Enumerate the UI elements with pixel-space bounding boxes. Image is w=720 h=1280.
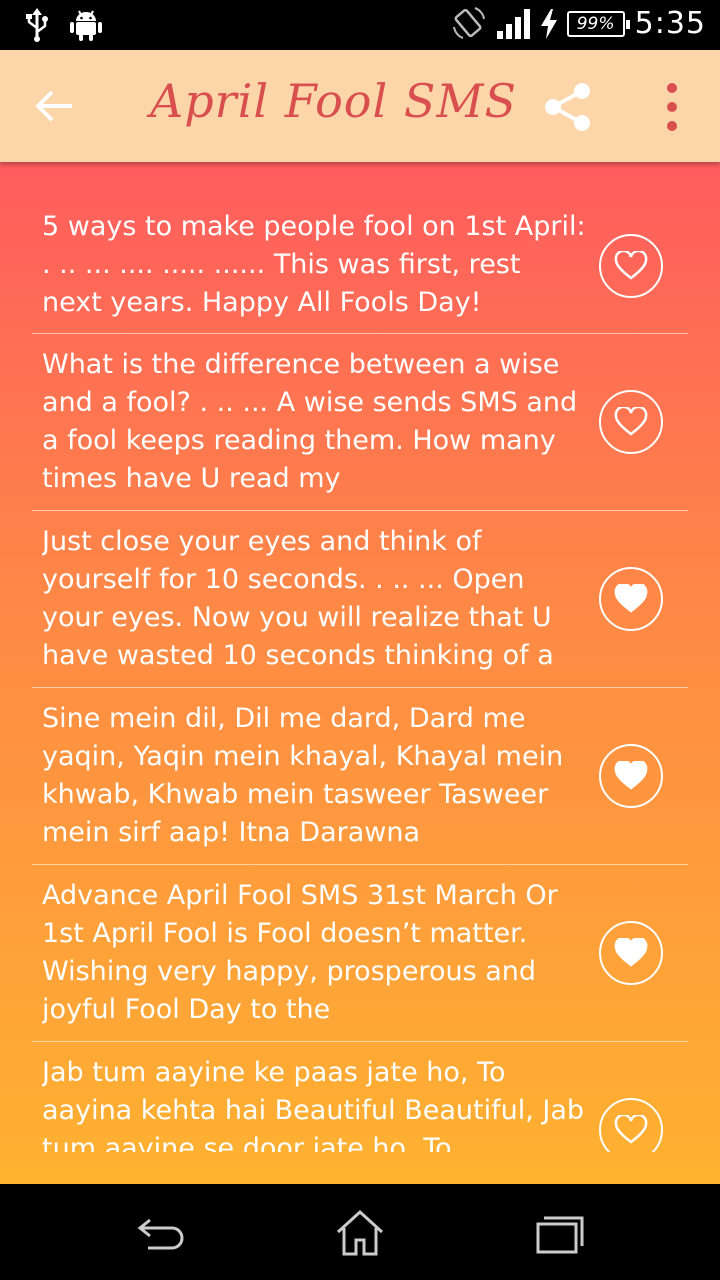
sms-text[interactable]: Just close your eyes and think of yourse… bbox=[42, 523, 587, 675]
usb-icon bbox=[26, 8, 48, 42]
nav-back-icon bbox=[137, 1218, 184, 1250]
android-icon bbox=[70, 10, 102, 41]
list-item[interactable]: 5 ways to make people fool on 1st April:… bbox=[32, 200, 688, 334]
back-arrow-icon bbox=[35, 90, 72, 122]
favorite-button[interactable] bbox=[599, 921, 663, 985]
list-item[interactable]: What is the difference between a wise an… bbox=[32, 334, 688, 511]
heart-outline-icon bbox=[614, 407, 648, 436]
sms-text[interactable]: Jab tum aayine ke paas jate ho, To aayin… bbox=[42, 1054, 587, 1152]
app-bar: April Fool SMS bbox=[0, 50, 720, 162]
favorite-button[interactable] bbox=[599, 744, 663, 808]
favorite-button[interactable] bbox=[599, 1098, 663, 1152]
nav-home-button[interactable] bbox=[330, 1208, 390, 1258]
rotate-icon bbox=[452, 6, 485, 39]
nav-home-icon bbox=[336, 1209, 384, 1256]
list-item[interactable]: Just close your eyes and think of yourse… bbox=[32, 511, 688, 688]
favorite-button[interactable] bbox=[599, 567, 663, 631]
favorite-button[interactable] bbox=[599, 390, 663, 454]
list-item[interactable]: Advance April Fool SMS 31st March Or 1st… bbox=[32, 865, 688, 1042]
status-left-icons bbox=[24, 8, 102, 42]
nav-recents-icon bbox=[536, 1216, 584, 1254]
list-item[interactable]: Jab tum aayine ke paas jate ho, To aayin… bbox=[32, 1042, 688, 1152]
sms-text[interactable]: Advance April Fool SMS 31st March Or 1st… bbox=[42, 877, 587, 1029]
heart-outline-icon bbox=[614, 251, 648, 280]
share-icon bbox=[545, 83, 590, 131]
app-title: April Fool SMS bbox=[150, 74, 517, 128]
status-time: 5:35 bbox=[634, 6, 706, 41]
more-vert-icon bbox=[667, 83, 677, 131]
sms-text[interactable]: 5 ways to make people fool on 1st April:… bbox=[42, 208, 587, 326]
battery-level: 99% bbox=[576, 13, 615, 34]
back-button[interactable] bbox=[30, 84, 82, 128]
heart-filled-icon bbox=[614, 584, 648, 613]
list-item[interactable]: Sine mein dil, Dil me dard, Dard me yaqi… bbox=[32, 688, 688, 865]
overflow-menu-button[interactable] bbox=[650, 80, 694, 134]
favorite-button[interactable] bbox=[599, 234, 663, 298]
sms-list[interactable]: 5 ways to make people fool on 1st April:… bbox=[32, 200, 688, 1152]
sms-text[interactable]: What is the difference between a wise an… bbox=[42, 346, 587, 498]
status-right-icons: 99% 5:35 bbox=[451, 6, 706, 41]
system-nav-bar bbox=[0, 1184, 720, 1280]
heart-outline-icon bbox=[614, 1115, 648, 1144]
content-area: 5 ways to make people fool on 1st April:… bbox=[0, 162, 720, 1184]
share-button[interactable] bbox=[540, 80, 596, 134]
nav-back-button[interactable] bbox=[130, 1208, 190, 1258]
charging-icon bbox=[540, 8, 557, 39]
signal-icon bbox=[496, 8, 530, 39]
heart-filled-icon bbox=[614, 938, 648, 967]
nav-recents-button[interactable] bbox=[530, 1208, 590, 1258]
heart-filled-icon bbox=[614, 761, 648, 790]
sms-text[interactable]: Sine mein dil, Dil me dard, Dard me yaqi… bbox=[42, 700, 587, 852]
status-bar: 99% 5:35 bbox=[0, 0, 720, 50]
battery-indicator: 99% bbox=[566, 10, 630, 37]
